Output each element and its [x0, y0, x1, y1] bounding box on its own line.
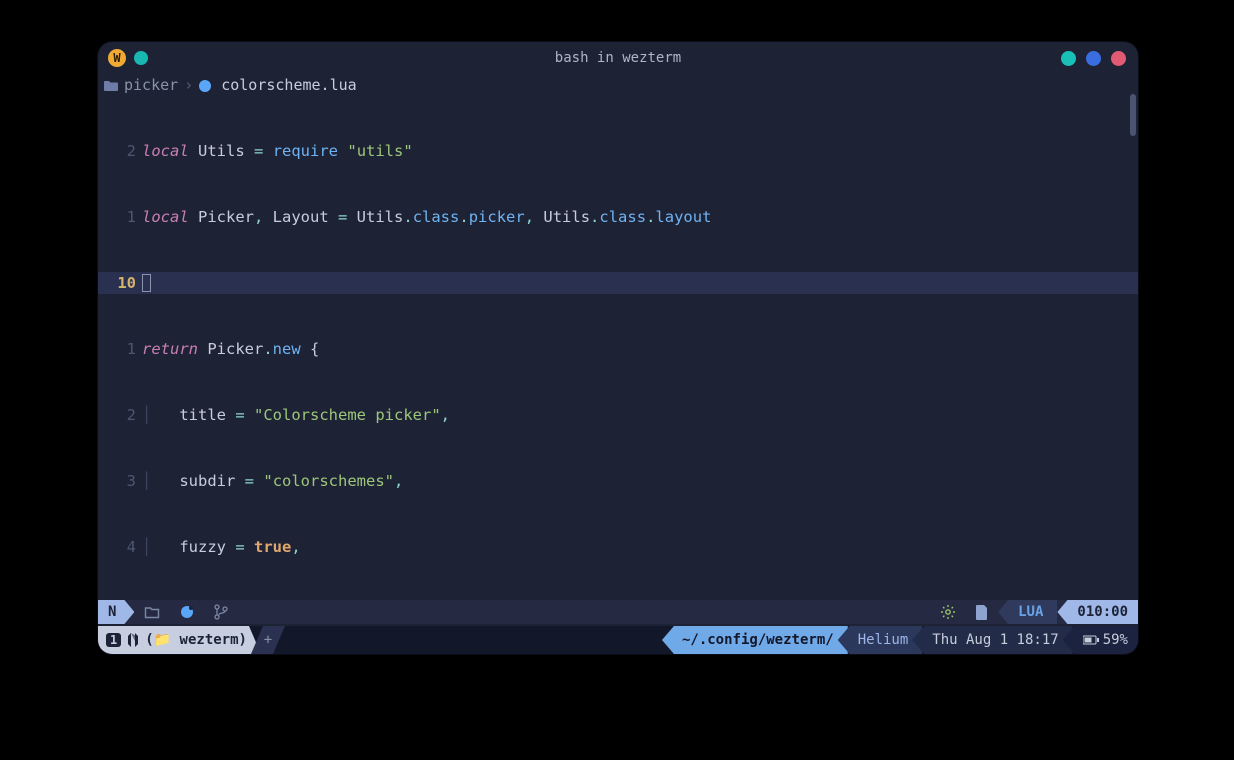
current-line: 10 — [98, 272, 1138, 294]
window-title: bash in wezterm — [98, 50, 1138, 66]
cwd-segment: ~/.config/wezterm/ — [662, 626, 848, 654]
tab-title: (📁 wezterm) — [145, 632, 247, 648]
file-icon — [966, 600, 998, 624]
breadcrumb: picker › colorscheme.lua — [98, 74, 1138, 96]
scrollbar[interactable] — [1130, 94, 1136, 564]
terminal-window: W bash in wezterm picker › colorscheme.l… — [98, 42, 1138, 654]
line-number-current: 10 — [98, 272, 142, 294]
minimize-button[interactable] — [1061, 51, 1076, 66]
datetime-segment: Thu Aug 1 18:17 — [912, 626, 1072, 654]
breadcrumb-file[interactable]: colorscheme.lua — [221, 76, 356, 94]
maximize-button[interactable] — [1086, 51, 1101, 66]
breadcrumb-separator: › — [184, 76, 193, 94]
hostname-segment: Helium — [838, 626, 923, 654]
line-number: 1 — [98, 206, 142, 228]
line-number: 2 — [98, 404, 142, 426]
close-button[interactable] — [1111, 51, 1126, 66]
lua-file-icon — [199, 80, 211, 92]
terminal-tabbar: 1 (📁 wezterm) + ~/.config/wezterm/ Heliu… — [98, 626, 1138, 654]
cursor — [142, 274, 151, 292]
git-branch-icon[interactable] — [214, 604, 228, 620]
new-tab-button[interactable]: + — [251, 626, 285, 654]
tab-active[interactable]: 1 (📁 wezterm) — [98, 626, 261, 654]
gear-icon[interactable] — [930, 600, 966, 624]
line-number: 1 — [98, 338, 142, 360]
folder-icon — [104, 79, 118, 91]
cursor-position: 010:00 — [1057, 600, 1138, 624]
breadcrumb-folder[interactable]: picker — [124, 76, 178, 94]
line-number: 3 — [98, 470, 142, 492]
scrollbar-thumb[interactable] — [1130, 94, 1136, 136]
line-number: 4 — [98, 536, 142, 558]
lua-icon[interactable] — [180, 605, 194, 619]
line-number: 2 — [98, 140, 142, 162]
battery-segment: 59% — [1063, 626, 1138, 654]
tab-index: 1 — [106, 633, 121, 647]
code-editor[interactable]: 2local Utils = require "utils" 1local Pi… — [98, 96, 1138, 654]
editor-statusline: N LUA 010:00 — [98, 600, 1138, 624]
folder-icon[interactable] — [144, 605, 160, 619]
mode-indicator: N — [98, 600, 134, 624]
battery-percent: 59% — [1103, 632, 1128, 648]
filetype-indicator: LUA — [998, 600, 1057, 624]
titlebar: W bash in wezterm — [98, 42, 1138, 74]
traffic-lights — [1061, 51, 1126, 66]
neovim-icon — [127, 633, 139, 647]
